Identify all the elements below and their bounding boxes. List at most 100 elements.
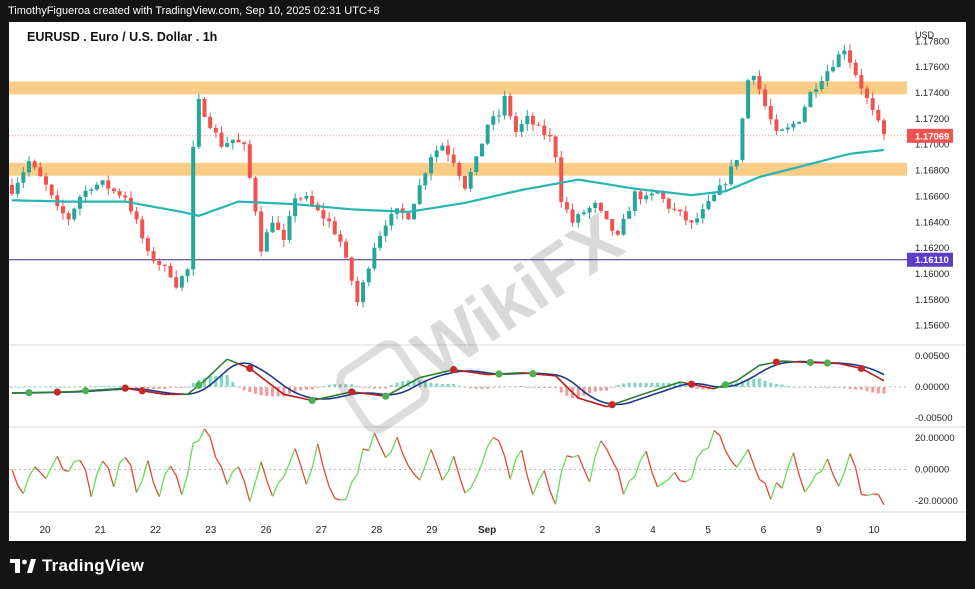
oscillator-segment	[662, 478, 670, 484]
candle-body	[338, 234, 343, 242]
candle	[134, 206, 139, 224]
candle	[253, 176, 258, 216]
macd-histogram-bar	[265, 386, 269, 396]
candle	[179, 275, 184, 291]
footer-bar: TradingView	[0, 541, 975, 589]
price-axis-tick: 1.16000	[915, 269, 949, 280]
macd-line-segment	[238, 363, 245, 367]
chart-svg[interactable]: WikiFXEURUSD . Euro / U.S. Dollar . 1h US…	[9, 22, 966, 541]
candle	[106, 175, 111, 196]
candle	[819, 75, 824, 92]
macd-histogram-bar	[769, 382, 773, 387]
candle-body	[304, 196, 309, 199]
macd-histogram-bar	[248, 386, 252, 393]
candle-body	[236, 139, 241, 143]
macd-histogram-bar	[757, 378, 761, 387]
oscillator-segment	[311, 443, 319, 469]
price-axis-tick: 1.17200	[915, 114, 949, 125]
price-axis-tick: 1.15600	[915, 321, 949, 332]
macd-cross-up-dot	[721, 381, 730, 389]
macd-histogram-bar	[661, 382, 665, 387]
macd-histogram-bar	[146, 386, 150, 389]
macd-line-segment	[476, 372, 483, 375]
macd-line-segment	[220, 358, 228, 366]
candle-body	[321, 210, 326, 219]
candle-body	[219, 132, 224, 147]
candle-body	[638, 191, 643, 200]
candle	[406, 212, 411, 220]
oscillator-segment	[668, 472, 675, 480]
candle	[100, 179, 105, 188]
candle	[395, 208, 400, 220]
oscillator-segment	[124, 457, 132, 466]
candle-body	[366, 268, 371, 283]
oscillator-segment	[90, 473, 98, 498]
price-axis-tick: 1.16800	[915, 166, 949, 177]
oscillator-segment	[181, 474, 189, 496]
tradingview-logo[interactable]: TradingView	[10, 556, 144, 576]
oscillator-segment	[334, 497, 341, 501]
oscillator-segment	[787, 452, 795, 469]
candle	[145, 235, 150, 257]
oscillator-segment	[792, 452, 800, 475]
chart-area[interactable]: WikiFX EURUSD . Euro / U.S. Dollar . 1h US…	[9, 22, 966, 541]
candle	[293, 193, 298, 223]
macd-histogram-bar	[627, 382, 631, 387]
oscillator-segment	[736, 458, 743, 468]
candle	[462, 175, 467, 191]
oscillator-segment	[753, 464, 761, 480]
oscillator-axis-tick: -20.00000	[915, 496, 958, 507]
oscillator-segment	[215, 457, 223, 468]
oscillator-segment	[838, 472, 845, 487]
candle	[349, 256, 354, 286]
candle-body	[123, 195, 128, 198]
macd-histogram-bar	[599, 386, 603, 391]
oscillator-segment	[362, 448, 369, 452]
oscillator-segment	[68, 461, 75, 472]
oscillator-segment	[815, 470, 823, 475]
oscillator-segment	[62, 468, 69, 473]
macd-cross-down-dot	[121, 384, 129, 392]
candle-body	[185, 269, 190, 277]
oscillator-segment	[702, 447, 709, 452]
candle	[530, 112, 535, 132]
candle	[298, 196, 303, 202]
macd-line-segment	[390, 389, 398, 394]
candle-body	[496, 115, 501, 117]
macd-cross-up-dot	[195, 381, 203, 389]
oscillator-segment	[294, 448, 302, 466]
macd-histogram-bar	[429, 382, 433, 387]
oscillator-segment	[475, 463, 483, 478]
candle-body	[513, 116, 518, 132]
candle-body	[293, 198, 298, 217]
oscillator-segment	[583, 468, 591, 483]
candle-body	[389, 213, 394, 226]
macd-line-segment	[736, 376, 743, 382]
candle	[746, 78, 751, 119]
oscillator-segment	[45, 466, 53, 479]
macd-histogram-bar	[610, 386, 614, 388]
macd-line-segment	[153, 391, 160, 395]
macd-histogram-bar	[525, 386, 529, 388]
oscillator-segment	[379, 445, 387, 458]
tradingview-brand-name: TradingView	[42, 556, 145, 575]
macd-line-segment	[260, 376, 268, 383]
macd-histogram-bar	[644, 382, 648, 387]
candle-body	[564, 202, 569, 210]
candle-body	[43, 176, 48, 185]
macd-histogram-bar	[355, 385, 359, 387]
macd-histogram-bar	[270, 386, 274, 397]
oscillator-segment	[164, 465, 172, 475]
candle	[882, 118, 886, 141]
candle-body	[378, 235, 383, 248]
candle-body	[298, 198, 303, 200]
candle	[151, 246, 156, 264]
candle	[236, 133, 241, 143]
candle-body	[208, 116, 213, 128]
oscillator-segment	[600, 440, 608, 450]
candle	[853, 59, 858, 78]
oscillator-segment	[203, 428, 211, 438]
macd-histogram-bar	[191, 382, 195, 387]
candle-body	[162, 264, 167, 266]
macd-cross-down-dot	[687, 380, 696, 388]
